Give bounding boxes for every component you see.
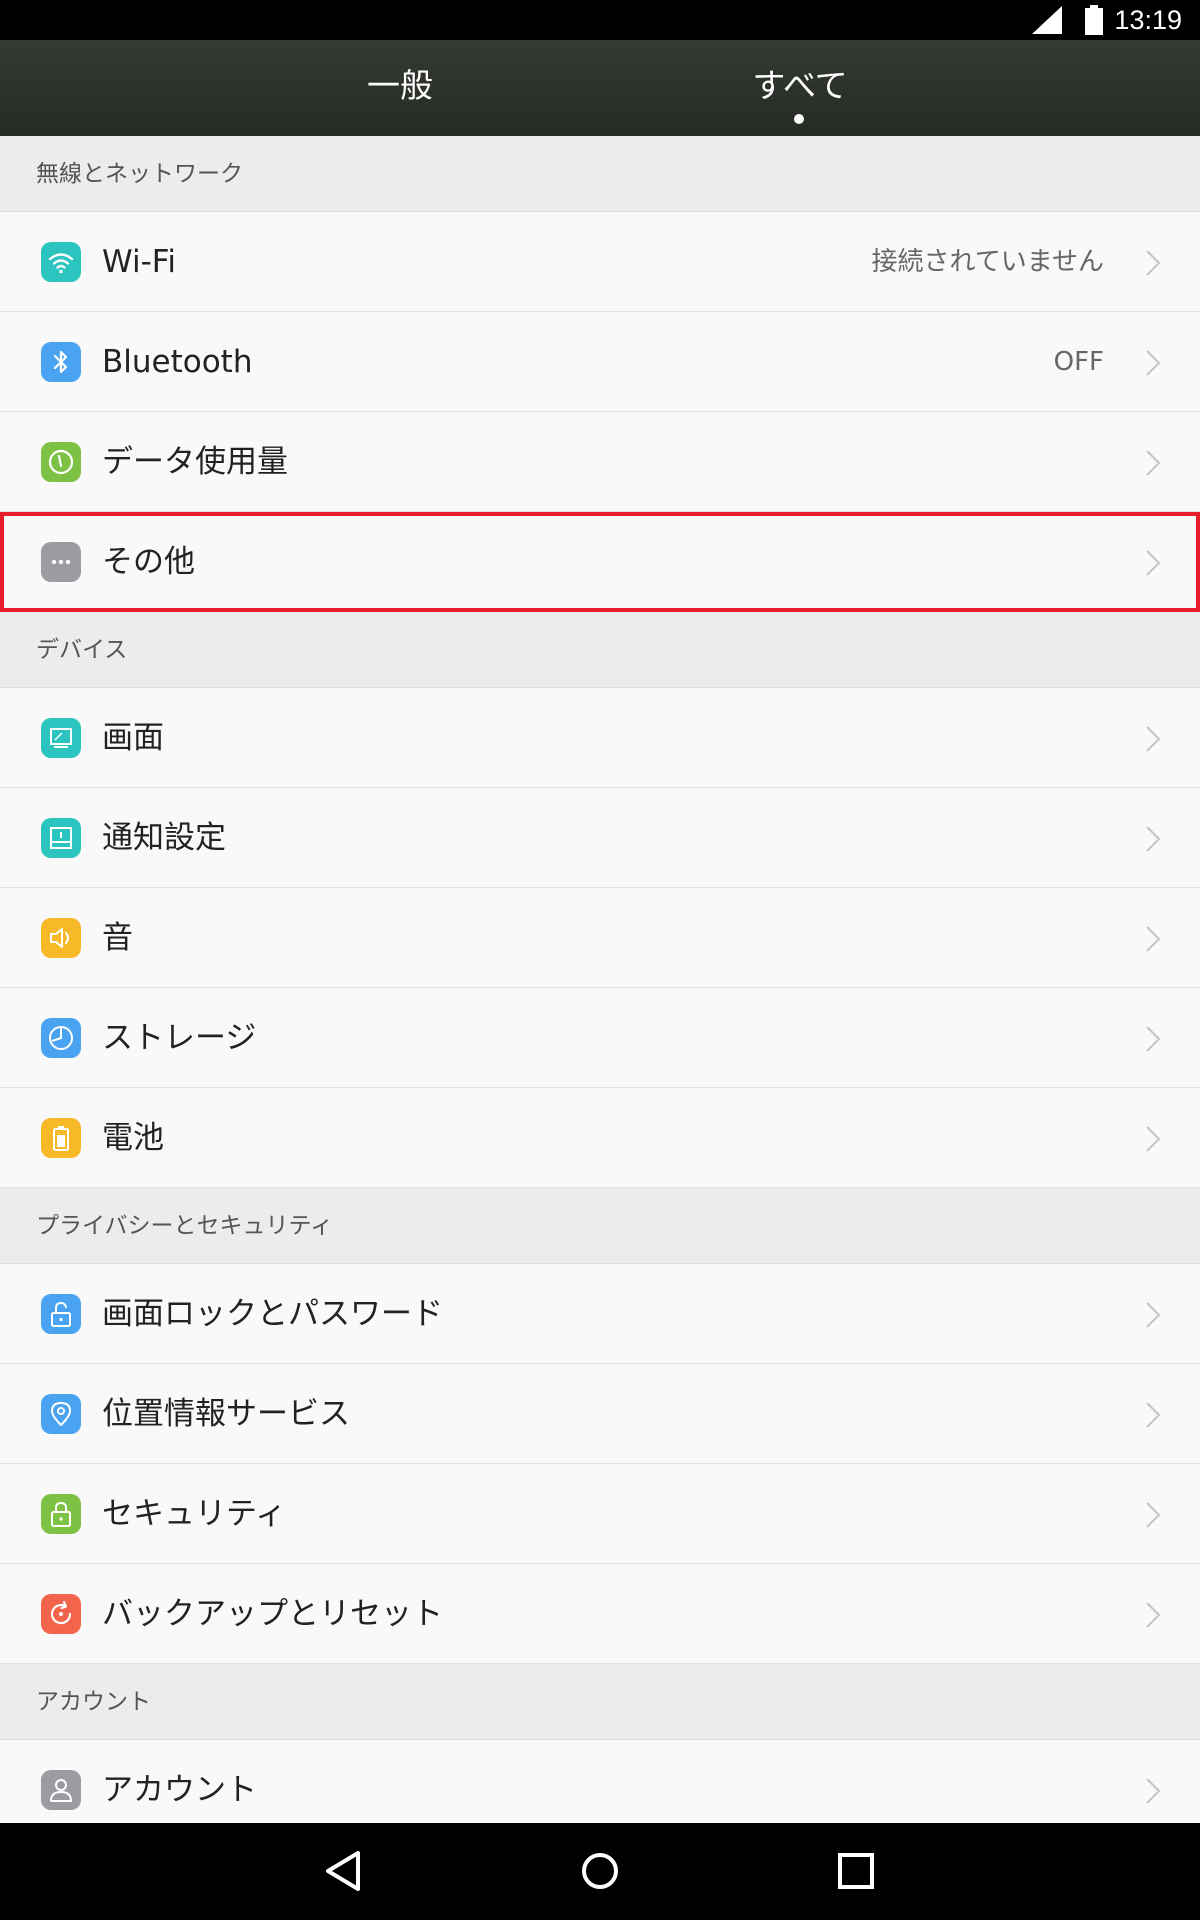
display-icon xyxy=(41,718,81,758)
tab-all-label: すべて xyxy=(752,66,848,105)
settings-item-storage[interactable]: ストレージ xyxy=(0,988,1200,1088)
settings-item-bluetooth[interactable]: Bluetooth OFF xyxy=(0,312,1200,412)
tab-all[interactable]: すべて xyxy=(680,40,920,136)
settings-item-backup[interactable]: バックアップとリセット xyxy=(0,1564,1200,1664)
settings-item-label: 画面ロックとパスワード xyxy=(102,1296,443,1332)
settings-item-value: 接続されていません xyxy=(871,247,1104,277)
more-icon xyxy=(41,542,81,582)
settings-item-notification[interactable]: 通知設定 xyxy=(0,788,1200,888)
settings-item-label: データ使用量 xyxy=(102,444,288,480)
settings-item-data-usage[interactable]: データ使用量 xyxy=(0,412,1200,512)
settings-item-label: 音 xyxy=(102,920,133,956)
settings-item-label: セキュリティ xyxy=(102,1496,287,1532)
settings-tab-bar: 一般 すべて xyxy=(0,40,1200,136)
recents-icon[interactable] xyxy=(830,1845,882,1897)
storage-icon xyxy=(41,1018,81,1058)
settings-item-label: 通知設定 xyxy=(102,820,226,856)
data-usage-icon xyxy=(41,442,81,482)
backup-icon xyxy=(41,1594,81,1634)
home-icon[interactable] xyxy=(574,1845,626,1897)
settings-item-display[interactable]: 画面 xyxy=(0,688,1200,788)
status-time: 13:19 xyxy=(1114,5,1182,35)
section-header: プライバシーとセキュリティ xyxy=(0,1188,1200,1264)
wifi-icon xyxy=(41,242,81,282)
battery-icon xyxy=(1085,5,1103,35)
settings-item-unlock[interactable]: 画面ロックとパスワード xyxy=(0,1264,1200,1364)
sound-icon xyxy=(41,918,81,958)
chevron-right-icon xyxy=(1146,1026,1161,1052)
account-icon xyxy=(41,1770,81,1810)
section-header: デバイス xyxy=(0,612,1200,688)
active-tab-indicator xyxy=(794,114,804,124)
chevron-right-icon xyxy=(1146,450,1161,476)
chevron-right-icon xyxy=(1146,1402,1161,1428)
bluetooth-icon xyxy=(41,342,81,382)
navigation-bar xyxy=(0,1823,1200,1920)
chevron-right-icon xyxy=(1146,1502,1161,1528)
settings-item-label: Wi-Fi xyxy=(102,244,176,280)
chevron-right-icon xyxy=(1146,726,1161,752)
settings-item-label: ストレージ xyxy=(102,1020,257,1056)
chevron-right-icon xyxy=(1146,926,1161,952)
unlock-icon xyxy=(41,1294,81,1334)
settings-item-label: バックアップとリセット xyxy=(102,1596,443,1632)
section-header: 無線とネットワーク xyxy=(0,136,1200,212)
chevron-right-icon xyxy=(1146,1126,1161,1152)
status-bar: 13:19 xyxy=(0,0,1200,40)
settings-item-label: 画面 xyxy=(102,720,164,756)
settings-item-label: 位置情報サービス xyxy=(102,1396,350,1432)
settings-item-value: OFF xyxy=(1053,347,1104,377)
tab-general-label: 一般 xyxy=(367,66,433,105)
settings-item-label: その他 xyxy=(102,544,195,580)
chevron-right-icon xyxy=(1146,550,1161,576)
settings-item-label: Bluetooth xyxy=(102,344,253,380)
chevron-right-icon xyxy=(1146,826,1161,852)
tab-general[interactable]: 一般 xyxy=(280,40,520,136)
section-header: アカウント xyxy=(0,1664,1200,1740)
chevron-right-icon xyxy=(1146,1602,1161,1628)
settings-item-more[interactable]: その他 xyxy=(0,512,1200,612)
settings-item-location[interactable]: 位置情報サービス xyxy=(0,1364,1200,1464)
settings-item-wifi[interactable]: Wi-Fi 接続されていません xyxy=(0,212,1200,312)
settings-item-label: 電池 xyxy=(102,1120,164,1156)
back-icon[interactable] xyxy=(318,1845,370,1897)
settings-list[interactable]: 無線とネットワーク Wi-Fi 接続されていません Bluetooth OFF データ使用… xyxy=(0,136,1200,1823)
notification-icon xyxy=(41,818,81,858)
settings-item-sound[interactable]: 音 xyxy=(0,888,1200,988)
signal-icon xyxy=(1032,6,1062,34)
location-icon xyxy=(41,1394,81,1434)
chevron-right-icon xyxy=(1146,1302,1161,1328)
chevron-right-icon xyxy=(1146,350,1161,376)
chevron-right-icon xyxy=(1146,1778,1161,1804)
settings-item-label: アカウント xyxy=(102,1772,257,1808)
battery-icon xyxy=(41,1118,81,1158)
chevron-right-icon xyxy=(1146,250,1161,276)
settings-item-account[interactable]: アカウント xyxy=(0,1740,1200,1823)
lock-icon xyxy=(41,1494,81,1534)
settings-item-battery[interactable]: 電池 xyxy=(0,1088,1200,1188)
settings-item-lock[interactable]: セキュリティ xyxy=(0,1464,1200,1564)
